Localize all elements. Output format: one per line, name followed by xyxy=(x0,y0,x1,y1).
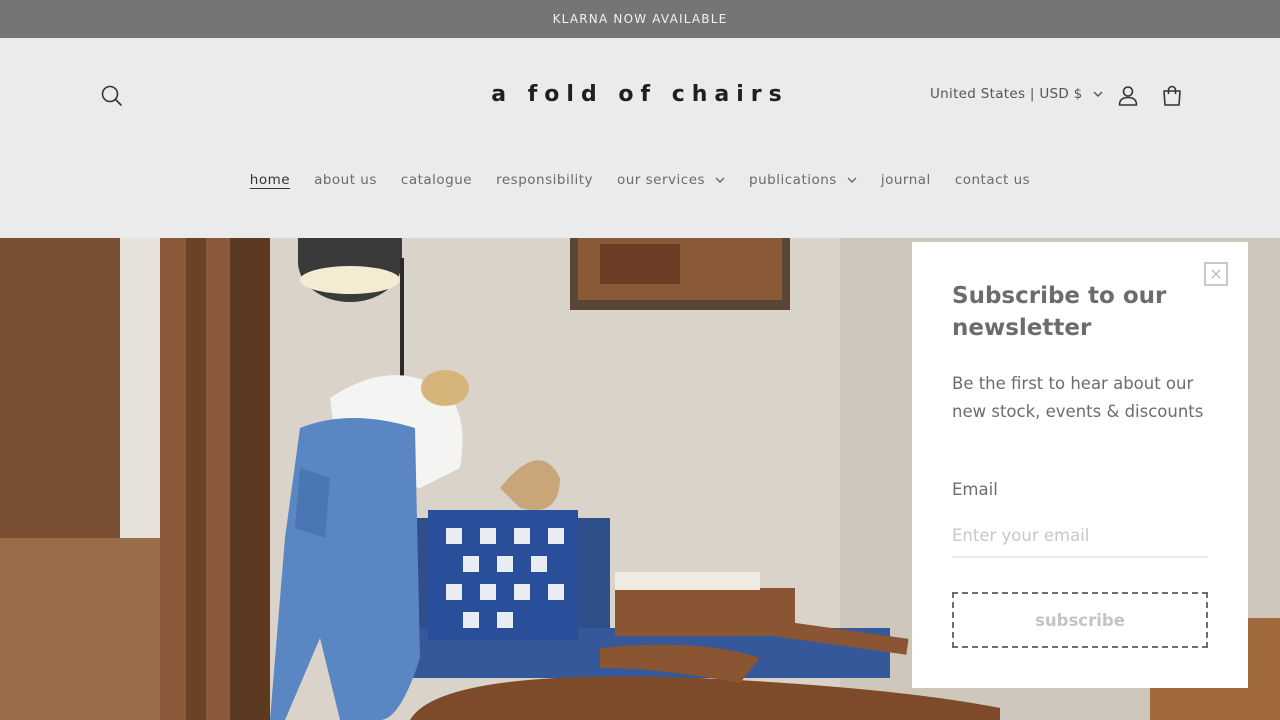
nav-item-about-us[interactable]: about us xyxy=(314,172,377,188)
nav-item-label: contact us xyxy=(954,172,1031,188)
newsletter-popup: Subscribe to our newsletter Be the first… xyxy=(912,242,1248,688)
site-header: a fold of chairs United States | USD $ h… xyxy=(0,38,1280,238)
search-icon[interactable] xyxy=(98,82,126,110)
nav-item-home[interactable]: home xyxy=(250,172,290,188)
nav-item-responsibility[interactable]: responsibility xyxy=(496,172,593,188)
account-icon[interactable] xyxy=(1114,82,1142,110)
nav-item-label: journal xyxy=(880,172,931,188)
cart-icon[interactable] xyxy=(1158,82,1186,110)
email-field[interactable] xyxy=(952,514,1208,558)
popup-title: Subscribe to our newsletter xyxy=(952,283,1167,341)
nav-item-journal[interactable]: journal xyxy=(881,172,931,188)
chevron-down-icon xyxy=(1093,86,1103,102)
nav-item-publications[interactable]: publications xyxy=(749,172,857,188)
email-label: Email xyxy=(952,480,998,499)
nav-item-label: catalogue xyxy=(400,172,473,188)
announcement-text: KLARNA NOW AVAILABLE xyxy=(552,12,728,26)
subscribe-button[interactable]: subscribe xyxy=(952,592,1208,648)
nav-item-label: publications xyxy=(749,172,837,188)
site-logo[interactable]: a fold of chairs xyxy=(440,82,840,107)
nav-item-contact-us[interactable]: contact us xyxy=(955,172,1030,188)
nav-item-label: responsibility xyxy=(496,172,593,188)
nav-item-our-services[interactable]: our services xyxy=(617,172,725,188)
main-nav: home about us catalogue responsibility o… xyxy=(0,172,1280,188)
announcement-bar: KLARNA NOW AVAILABLE xyxy=(0,0,1280,38)
chevron-down-icon xyxy=(847,172,857,188)
chevron-down-icon xyxy=(715,172,725,188)
popup-description: Be the first to hear about our new stock… xyxy=(952,374,1204,421)
nav-item-label: home xyxy=(249,172,291,188)
country-currency-selector[interactable]: United States | USD $ xyxy=(930,86,1103,102)
nav-item-label: our services xyxy=(616,172,706,188)
locale-label: United States | USD $ xyxy=(930,86,1083,102)
nav-item-catalogue[interactable]: catalogue xyxy=(401,172,472,188)
nav-item-label: about us xyxy=(314,172,377,188)
